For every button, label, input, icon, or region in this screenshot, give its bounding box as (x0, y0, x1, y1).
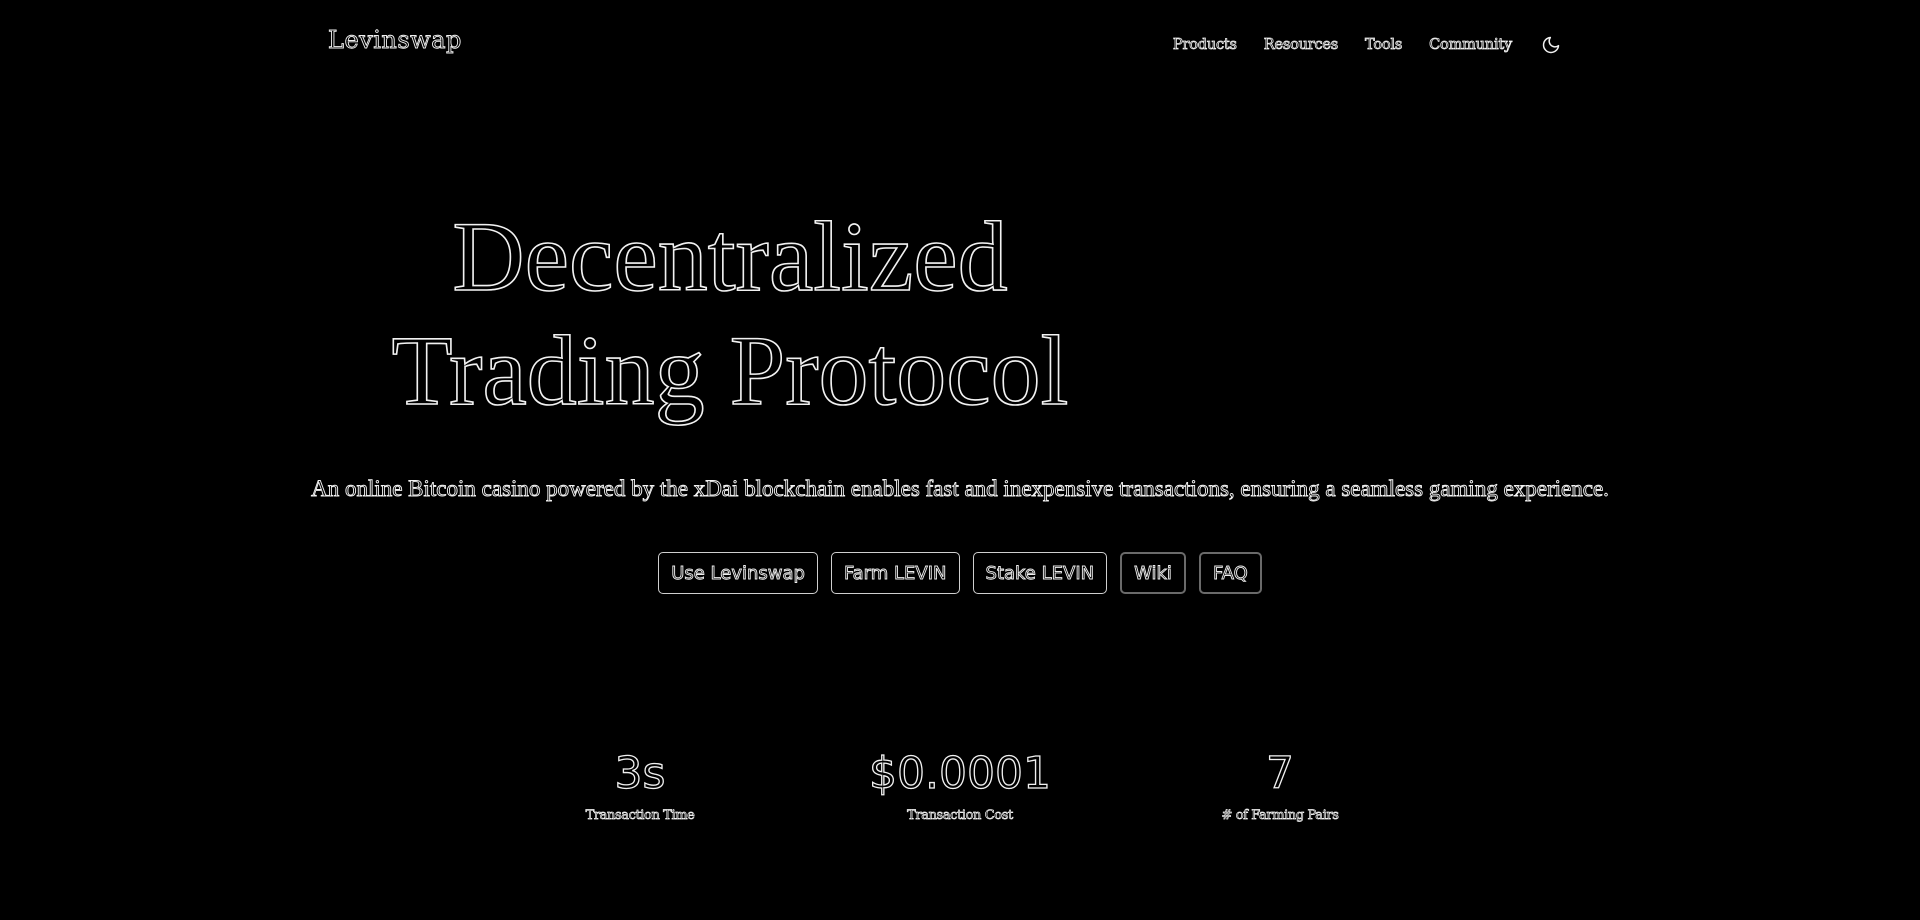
stat-value: 7 (1265, 747, 1294, 799)
moon-icon (1542, 36, 1560, 54)
nav-tools[interactable]: Tools (1365, 37, 1403, 54)
wiki-button[interactable]: Wiki (1120, 552, 1186, 594)
stat-value: 3s (614, 747, 666, 799)
stat-transaction-cost: $0.0001 Transaction Cost (840, 747, 1080, 824)
hero-subtitle: An online Bitcoin casino powered by the … (311, 476, 1610, 502)
stat-label: Transaction Cost (907, 808, 1014, 824)
stat-label: # of Farming Pairs (1221, 808, 1339, 824)
stat-label: Transaction Time (585, 808, 695, 824)
nav-community[interactable]: Community (1429, 37, 1513, 54)
stat-value: $0.0001 (868, 747, 1051, 799)
hero-title: Decentralized Trading Protocol (380, 200, 1080, 428)
stat-farming-pairs: 7 # of Farming Pairs (1160, 747, 1400, 824)
theme-toggle-button[interactable] (1540, 34, 1562, 56)
hero-title-line-1: Decentralized (452, 200, 1009, 313)
nav-products[interactable]: Products (1173, 37, 1238, 54)
stats-section: 3s Transaction Time $0.0001 Transaction … (0, 747, 1920, 868)
hero-buttons: Use Levinswap Farm LEVIN Stake LEVIN Wik… (0, 552, 1920, 594)
stat-transaction-time: 3s Transaction Time (520, 747, 760, 824)
stake-levin-button[interactable]: Stake LEVIN (972, 552, 1108, 594)
main-nav: Products Resources Tools Community (1173, 34, 1562, 56)
farm-levin-button[interactable]: Farm LEVIN (830, 552, 960, 594)
faq-button[interactable]: FAQ (1198, 552, 1262, 594)
nav-resources[interactable]: Resources (1263, 37, 1338, 54)
use-levinswap-button[interactable]: Use Levinswap (658, 552, 818, 594)
hero-title-line-2: Trading Protocol (391, 314, 1070, 427)
site-header: Levinswap Products Resources Tools Commu… (0, 0, 1920, 90)
logo[interactable]: Levinswap (328, 26, 462, 55)
